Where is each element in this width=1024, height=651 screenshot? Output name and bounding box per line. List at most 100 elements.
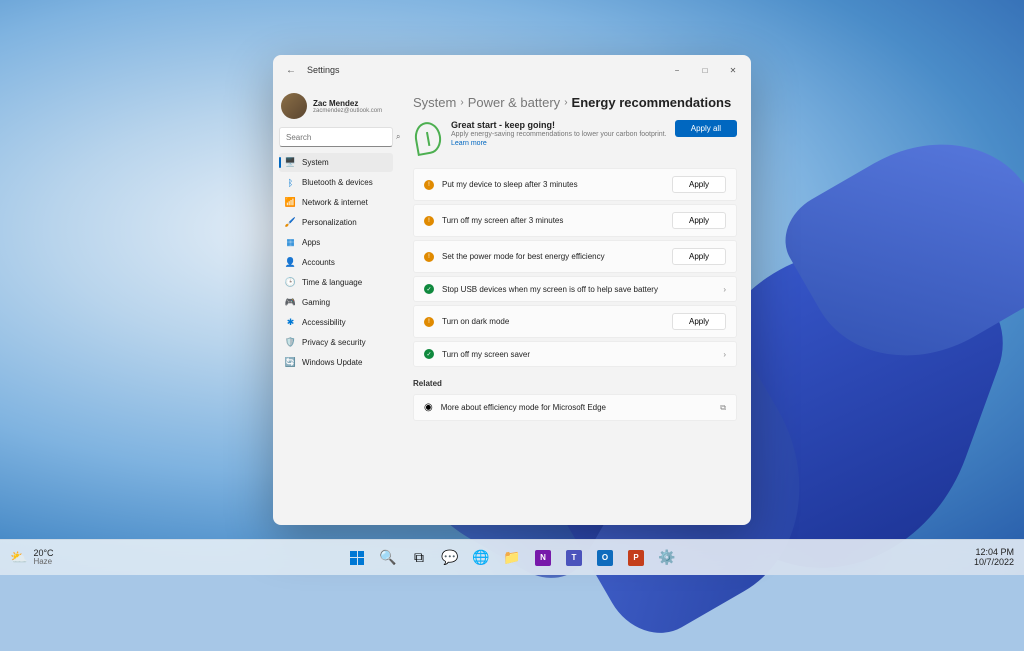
chevron-right-icon: ›	[460, 97, 463, 108]
recommendation-label: Put my device to sleep after 3 minutes	[442, 180, 664, 189]
task-view-button[interactable]: ⧉	[405, 544, 433, 572]
system-tray[interactable]: 12:04 PM 10/7/2022	[974, 548, 1014, 568]
avatar	[281, 93, 307, 119]
learn-more-link[interactable]: Learn more	[451, 140, 487, 147]
chevron-right-icon: ›	[564, 97, 567, 108]
sidebar-item-personalization[interactable]: 🖌️ Personalization	[279, 213, 393, 232]
teams-icon[interactable]: T	[560, 544, 588, 572]
nav-label: Apps	[302, 238, 320, 247]
nav-label: System	[302, 158, 329, 167]
sidebar-item-gaming[interactable]: 🎮Gaming	[279, 293, 393, 312]
profile-email: zacmendez@outlook.com	[313, 108, 382, 114]
chevron-right-icon: ›	[723, 285, 726, 294]
nav-label: Accounts	[302, 258, 335, 267]
recommendation-label: Turn on dark mode	[442, 317, 664, 326]
nav-icon: ✱	[285, 317, 296, 328]
nav-icon: 🛡️	[285, 337, 296, 348]
sidebar-item-accessibility[interactable]: ✱ Accessibility	[279, 313, 393, 332]
recommendation-label: Turn off my screen after 3 minutes	[442, 216, 664, 225]
nav-icon: ᛒ	[285, 177, 296, 188]
search-box[interactable]: ⌕	[279, 127, 393, 147]
search-input[interactable]	[286, 133, 396, 142]
start-button[interactable]	[343, 544, 371, 572]
sidebar-item-privacy-security[interactable]: 🛡️ Privacy & security	[279, 333, 393, 352]
apply-button[interactable]: Apply	[672, 212, 726, 229]
recommendation-item: ! Set the power mode for best energy effi…	[413, 240, 737, 273]
checkmark-icon: ✓	[424, 349, 434, 359]
nav-label: Personalization	[302, 218, 357, 227]
back-button[interactable]: ←	[281, 60, 301, 80]
nav-icon: ▦	[285, 237, 296, 248]
leaf-icon	[413, 120, 443, 156]
breadcrumb-root[interactable]: System	[413, 95, 456, 110]
recommendation-item[interactable]: ✓ Turn off my screen saver ›	[413, 341, 737, 367]
sidebar-item-accounts[interactable]: 👤 Accounts	[279, 253, 393, 272]
minimize-button[interactable]: −	[667, 60, 687, 80]
weather-widget[interactable]: ⛅ 20°C Haze	[10, 549, 54, 566]
alert-icon: !	[424, 216, 434, 226]
taskbar: ⛅ 20°C Haze 🔍 ⧉ 💬 🌐 📁 N T O P ⚙️ 12:04 P…	[0, 539, 1024, 575]
powerpoint-icon[interactable]: P	[622, 544, 650, 572]
apply-button[interactable]: Apply	[672, 176, 726, 193]
nav-icon: 🔄	[285, 357, 296, 368]
related-label: More about efficiency mode for Microsoft…	[441, 403, 713, 412]
search-button[interactable]: 🔍	[374, 544, 402, 572]
profile[interactable]: Zac Mendez zacmendez@outlook.com	[279, 89, 393, 127]
clock-date: 10/7/2022	[974, 558, 1014, 568]
alert-icon: !	[424, 317, 434, 327]
edge-icon[interactable]: 🌐	[467, 544, 495, 572]
apply-button[interactable]: Apply	[672, 313, 726, 330]
nav-label: Time & language	[302, 278, 362, 287]
weather-icon: ⛅	[10, 549, 27, 566]
nav-icon: 🖥️	[285, 157, 296, 168]
outlook-icon[interactable]: O	[591, 544, 619, 572]
sidebar-item-bluetooth-devices[interactable]: ᛒ Bluetooth & devices	[279, 173, 393, 192]
titlebar: ← Settings − □ ✕	[273, 55, 751, 85]
chevron-right-icon: ›	[723, 350, 726, 359]
nav-icon: 📶	[285, 197, 296, 208]
taskbar-center: 🔍 ⧉ 💬 🌐 📁 N T O P ⚙️	[343, 544, 681, 572]
hero-title: Great start - keep going!	[451, 120, 667, 130]
edge-icon: ◉	[424, 402, 433, 413]
sidebar: Zac Mendez zacmendez@outlook.com ⌕ 🖥️ Sys…	[273, 85, 399, 525]
chat-icon[interactable]: 💬	[436, 544, 464, 572]
nav-label: Privacy & security	[302, 338, 366, 347]
main-content: System › Power & battery › Energy recomm…	[399, 85, 751, 525]
settings-window: ← Settings − □ ✕ Zac Mendez zacmendez@ou…	[273, 55, 751, 525]
related-item[interactable]: ◉ More about efficiency mode for Microso…	[413, 394, 737, 421]
breadcrumb-mid[interactable]: Power & battery	[468, 95, 561, 110]
sidebar-item-time-language[interactable]: 🕒 Time & language	[279, 273, 393, 292]
recommendation-label: Set the power mode for best energy effic…	[442, 252, 664, 261]
nav-label: Bluetooth & devices	[302, 178, 373, 187]
recommendation-label: Turn off my screen saver	[442, 350, 715, 359]
file-explorer-icon[interactable]: 📁	[498, 544, 526, 572]
sidebar-item-apps[interactable]: ▦ Apps	[279, 233, 393, 252]
breadcrumb: System › Power & battery › Energy recomm…	[413, 95, 737, 110]
apply-button[interactable]: Apply	[672, 248, 726, 265]
settings-icon[interactable]: ⚙️	[653, 544, 681, 572]
nav-label: Network & internet	[302, 198, 368, 207]
external-link-icon: ⧉	[720, 403, 726, 413]
window-title: Settings	[307, 65, 340, 75]
recommendation-item: ! Turn on dark mode Apply	[413, 305, 737, 338]
sidebar-item-system[interactable]: 🖥️ System	[279, 153, 393, 172]
recommendation-item[interactable]: ✓Stop USB devices when my screen is off …	[413, 276, 737, 302]
nav-label: Accessibility	[302, 318, 346, 327]
maximize-button[interactable]: □	[695, 60, 715, 80]
onenote-icon[interactable]: N	[529, 544, 557, 572]
sidebar-item-windows-update[interactable]: 🔄 Windows Update	[279, 353, 393, 372]
alert-icon: !	[424, 252, 434, 262]
close-button[interactable]: ✕	[723, 60, 743, 80]
alert-icon: !	[424, 180, 434, 190]
nav-icon: 🎮	[285, 297, 296, 308]
apply-all-button[interactable]: Apply all	[675, 120, 737, 137]
nav-icon: 🕒	[285, 277, 296, 288]
nav-icon: 👤	[285, 257, 296, 268]
recommendation-item: ! Turn off my screen after 3 minutes Apply	[413, 204, 737, 237]
recommendation-label: Stop USB devices when my screen is off t…	[442, 285, 715, 294]
sidebar-item-network-internet[interactable]: 📶 Network & internet	[279, 193, 393, 212]
related-heading: Related	[413, 379, 737, 388]
nav-icon: 🖌️	[285, 217, 296, 228]
nav-label: Windows Update	[302, 358, 362, 367]
nav-list: 🖥️ System ᛒ Bluetooth & devices 📶 Network & i…	[279, 153, 393, 372]
